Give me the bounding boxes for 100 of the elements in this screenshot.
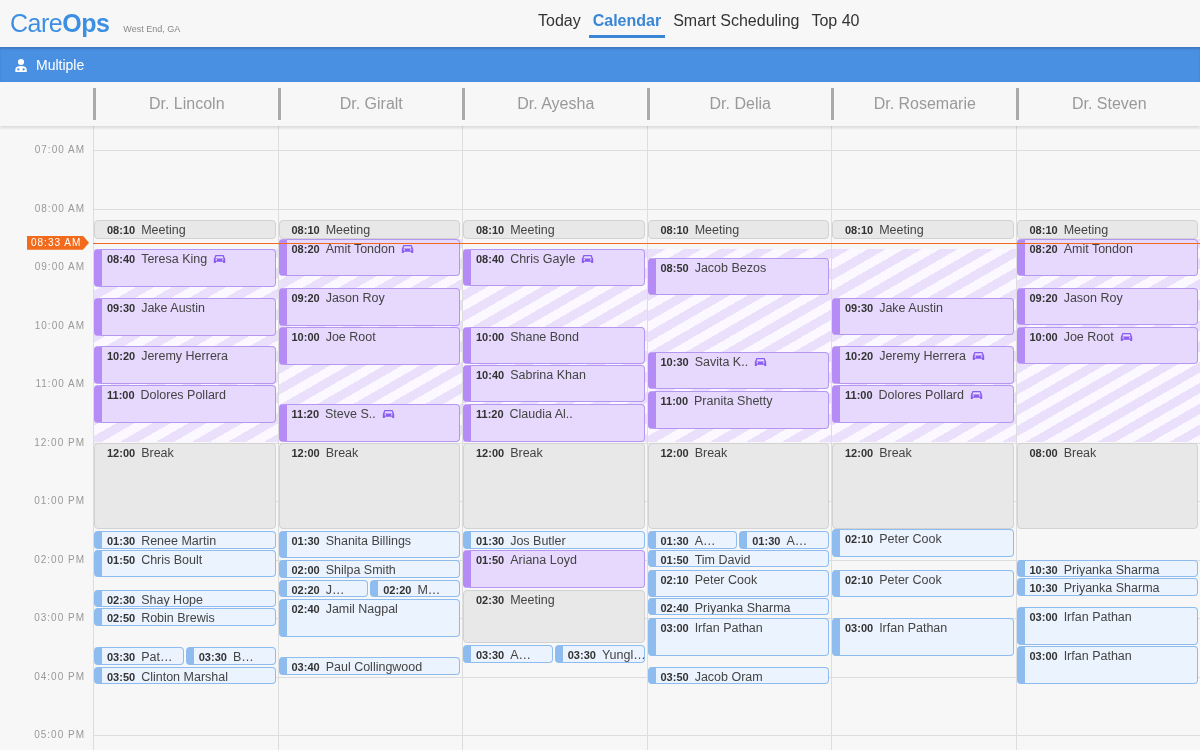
appointment-card[interactable]: 02:20 J… — [278, 579, 369, 598]
nav-tab[interactable]: Top 40 — [807, 10, 864, 38]
event-title: Chris Boult — [141, 552, 203, 568]
home-visit-card[interactable]: 09:20 Jason Roy — [278, 288, 460, 327]
appointment-card[interactable]: 01:30 A… — [647, 531, 738, 549]
appointment-card[interactable]: 10:30 Priyanka Sharma — [1016, 578, 1198, 596]
appointment-card[interactable]: 01:50 Tim David — [647, 549, 829, 568]
home-visit-card[interactable]: 11:00 Dolores Pollard — [832, 384, 1014, 423]
event-time: 02:10 — [660, 573, 689, 589]
nav-tab[interactable]: Smart Scheduling — [669, 10, 804, 38]
appointment-card[interactable]: 03:30 Yungl… — [554, 645, 645, 663]
appointment-card[interactable]: 03:30 Pat… — [94, 647, 184, 665]
event-time: 01:30 — [752, 534, 781, 548]
calendar-block[interactable]: 12:00 Break — [647, 442, 829, 530]
doctor-name: Dr. Lincoln — [148, 95, 225, 113]
appointment-card[interactable]: 02:20 M… — [370, 579, 460, 598]
home-visit-card[interactable]: 11:20 Claudia Al.. — [463, 403, 645, 442]
home-visit-card[interactable]: 10:20 Jeremy Herrera — [94, 345, 276, 384]
appointment-card[interactable]: 02:00 Shilpa Smith — [278, 560, 460, 578]
appointment-card[interactable]: 03:00 Irfan Pathan — [1016, 607, 1198, 646]
home-visit-card[interactable]: 08:40 Teresa King — [94, 249, 276, 288]
home-visit-card[interactable]: 11:00 Pranita Shetty — [647, 390, 829, 429]
home-visit-card[interactable]: 11:20 Steve S.. — [278, 403, 460, 442]
event-time: 08:10 — [291, 223, 320, 238]
calendar-block[interactable]: 12:00 Break — [278, 442, 460, 530]
appointment-card[interactable]: 02:40 Priyanka Sharma — [647, 597, 829, 616]
event-time: 03:30 — [567, 648, 596, 662]
event-title: Ariana Loyd — [510, 552, 577, 568]
appointment-card[interactable]: 02:10 Peter Cook — [832, 529, 1014, 557]
appointment-card[interactable]: 03:00 Irfan Pathan — [1016, 646, 1198, 685]
time-label: 02:00 PM — [34, 553, 85, 565]
home-visit-card[interactable]: 08:40 Chris Gayle — [463, 249, 645, 287]
home-visit-card[interactable]: 10:00 Joe Root — [1016, 327, 1198, 365]
home-visit-card[interactable]: 09:30 Jake Austin — [94, 298, 276, 337]
appointment-card[interactable]: 01:30 Renee Martin — [94, 531, 276, 549]
appointment-card[interactable]: 10:30 Priyanka Sharma — [1016, 559, 1198, 577]
time-label: 11:00 AM — [35, 378, 85, 389]
event-title: Meeting — [510, 592, 555, 608]
appointment-card[interactable]: 02:50 Robin Brewis — [94, 608, 276, 626]
appointment-card[interactable]: 01:50 Chris Boult — [94, 549, 276, 577]
home-visit-card[interactable]: 10:40 Sabrina Khan — [463, 365, 645, 403]
event-time: 12:00 — [107, 445, 136, 461]
home-visit-card[interactable]: 08:50 Jacob Bezos — [647, 258, 829, 296]
time-label: 05:00 PM — [34, 729, 85, 740]
appointment-card[interactable]: 03:50 Clinton Marshal — [94, 666, 276, 685]
home-visit-card[interactable]: 08:20 Amit Tondon — [1016, 238, 1198, 276]
home-visit-card[interactable]: 10:00 Joe Root — [278, 327, 460, 366]
home-visit-card[interactable]: 10:30 Savita K.. — [647, 351, 829, 389]
event-title: Break — [141, 445, 174, 461]
appointment-card[interactable]: 02:30 Shay Hope — [94, 589, 276, 608]
calendar-block[interactable]: 08:10 Meeting — [1016, 220, 1198, 239]
nav-tab[interactable]: Calendar — [588, 10, 666, 38]
event-time: 02:50 — [107, 611, 136, 625]
home-visit-card[interactable]: 01:50 Ariana Loyd — [463, 549, 645, 588]
time-label: 04:00 PM — [34, 670, 85, 682]
event-time: 10:40 — [476, 368, 505, 384]
calendar-block[interactable]: 08:10 Meeting — [278, 220, 460, 239]
event-title: Renee Martin — [141, 534, 217, 548]
calendar-block[interactable]: 12:00 Break — [463, 442, 645, 530]
home-visit-card[interactable]: 11:00 Dolores Pollard — [94, 384, 276, 423]
location-label: West End, GA — [123, 24, 181, 34]
event-title: Irfan Pathan — [694, 621, 763, 636]
home-visit-card[interactable]: 10:00 Shane Bond — [463, 327, 645, 365]
appointment-card[interactable]: 03:30 B… — [185, 647, 276, 665]
event-time: 08:20 — [1029, 241, 1058, 257]
appointment-card[interactable]: 02:10 Peter Cook — [647, 570, 829, 597]
doctor-name: Dr. Giralt — [339, 95, 403, 113]
appointment-card[interactable]: 02:10 Peter Cook — [832, 570, 1014, 598]
calendar-block[interactable]: 08:10 Meeting — [463, 220, 645, 239]
calendar-block[interactable]: 08:10 Meeting — [647, 220, 829, 239]
appointment-card[interactable]: 03:40 Paul Collingwood — [278, 657, 460, 675]
calendar-block[interactable]: 08:10 Meeting — [94, 220, 276, 239]
home-visit-card[interactable]: 10:20 Jeremy Herrera — [832, 345, 1014, 384]
home-visit-card[interactable]: 08:20 Amit Tondon — [278, 238, 460, 276]
time-label: 08:00 AM — [34, 202, 85, 214]
appointment-card[interactable]: 03:50 Jacob Oram — [647, 666, 829, 685]
event-time: 03:30 — [107, 650, 136, 664]
event-title: Dolores Pollard — [140, 387, 226, 403]
event-time: 02:30 — [476, 592, 505, 608]
calendar-block[interactable]: 02:30 Meeting — [463, 589, 645, 644]
event-title: Break — [879, 445, 912, 461]
event-time: 08:10 — [476, 223, 505, 238]
home-visit-card[interactable]: 09:30 Jake Austin — [832, 298, 1014, 336]
event-time: 01:50 — [107, 552, 136, 568]
appointment-card[interactable]: 01:30 A… — [739, 531, 829, 549]
appointment-card[interactable]: 02:40 Jamil Nagpal — [278, 598, 460, 637]
calendar-block[interactable]: 08:00 Break — [1016, 442, 1198, 530]
home-visit-card[interactable]: 09:20 Jason Roy — [1016, 288, 1198, 326]
calendar-block[interactable]: 12:00 Break — [94, 442, 276, 530]
calendar-block[interactable]: 08:10 Meeting — [832, 220, 1014, 239]
event-time: 08:00 — [1029, 445, 1058, 461]
appointment-card[interactable]: 03:30 A… — [463, 645, 553, 663]
event-title: Meeting — [141, 223, 186, 238]
event-title: Meeting — [510, 223, 555, 238]
appointment-card[interactable]: 01:30 Shanita Billings — [278, 531, 460, 559]
calendar-block[interactable]: 12:00 Break — [832, 442, 1014, 530]
nav-tab[interactable]: Today — [534, 10, 585, 38]
appointment-card[interactable]: 03:00 Irfan Pathan — [832, 618, 1014, 656]
appointment-card[interactable]: 03:00 Irfan Pathan — [647, 618, 829, 656]
appointment-card[interactable]: 01:30 Jos Butler — [463, 531, 645, 549]
